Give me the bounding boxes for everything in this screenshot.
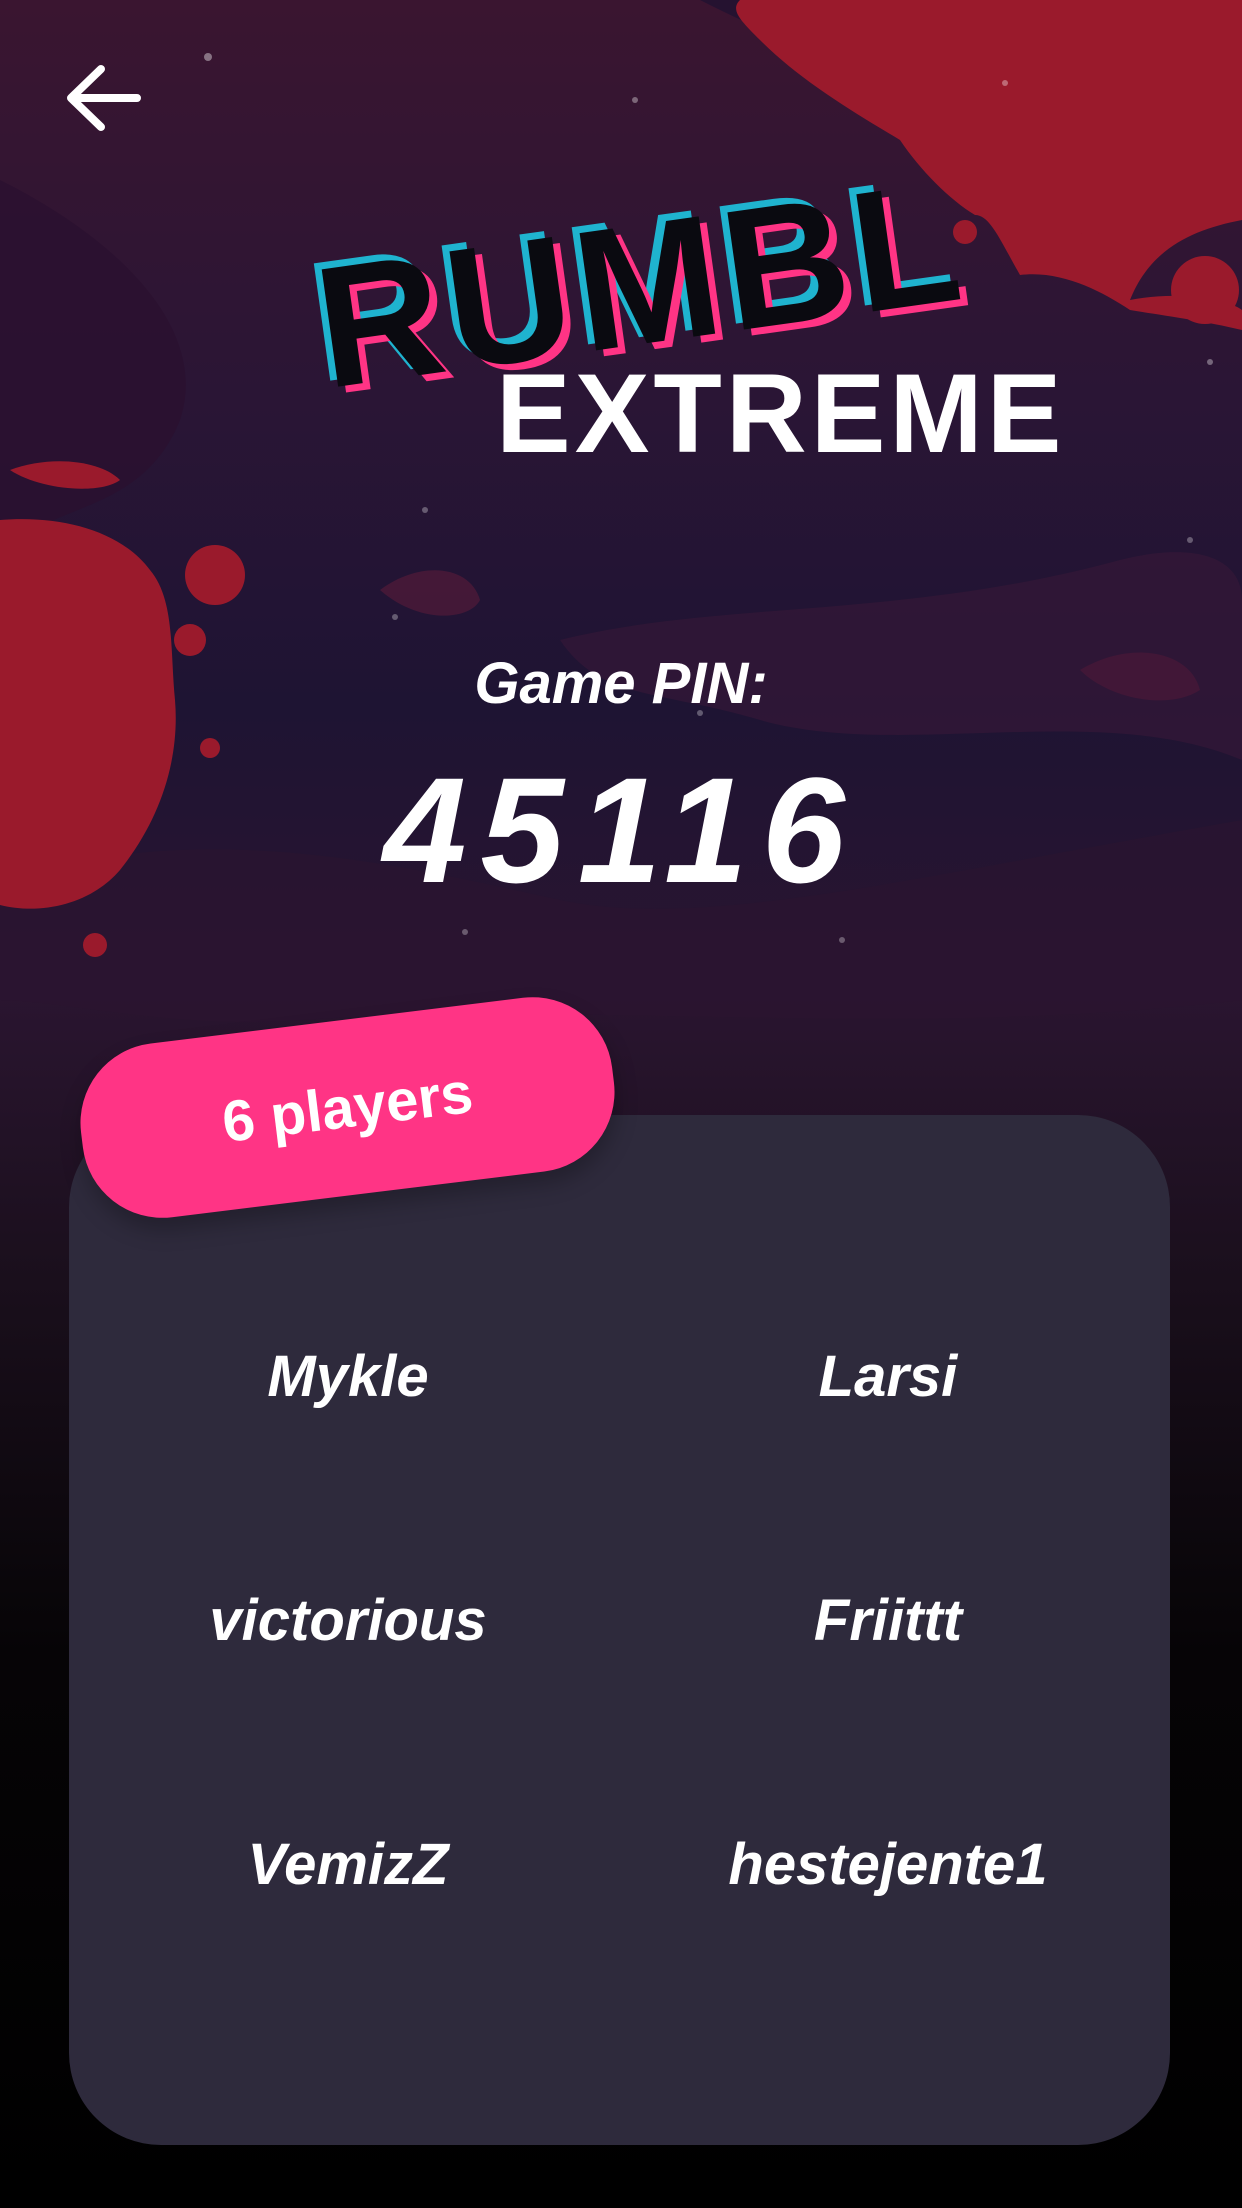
svg-text:EXTREME: EXTREME	[496, 351, 1065, 476]
back-button[interactable]	[56, 50, 152, 146]
player-name: VemizZ	[247, 1832, 449, 1897]
player-name: Mykle	[267, 1344, 429, 1409]
player-name: Friittt	[813, 1588, 963, 1653]
player-name: hestejente1	[728, 1832, 1048, 1897]
arrow-left-icon	[67, 65, 141, 131]
game-pin-label: Game PIN:	[474, 651, 768, 716]
player-name: Larsi	[818, 1344, 958, 1409]
game-pin-value: 45116	[383, 746, 859, 914]
rumbl-extreme-logo: RUMBL RUMBL RUMBL EXTREME	[300, 138, 1065, 476]
lobby-screen: RUMBL RUMBL RUMBL EXTREME Game PIN: 4511…	[0, 0, 1242, 2208]
player-name: victorious	[209, 1588, 487, 1653]
player-count-label: 6 players	[218, 1059, 477, 1156]
